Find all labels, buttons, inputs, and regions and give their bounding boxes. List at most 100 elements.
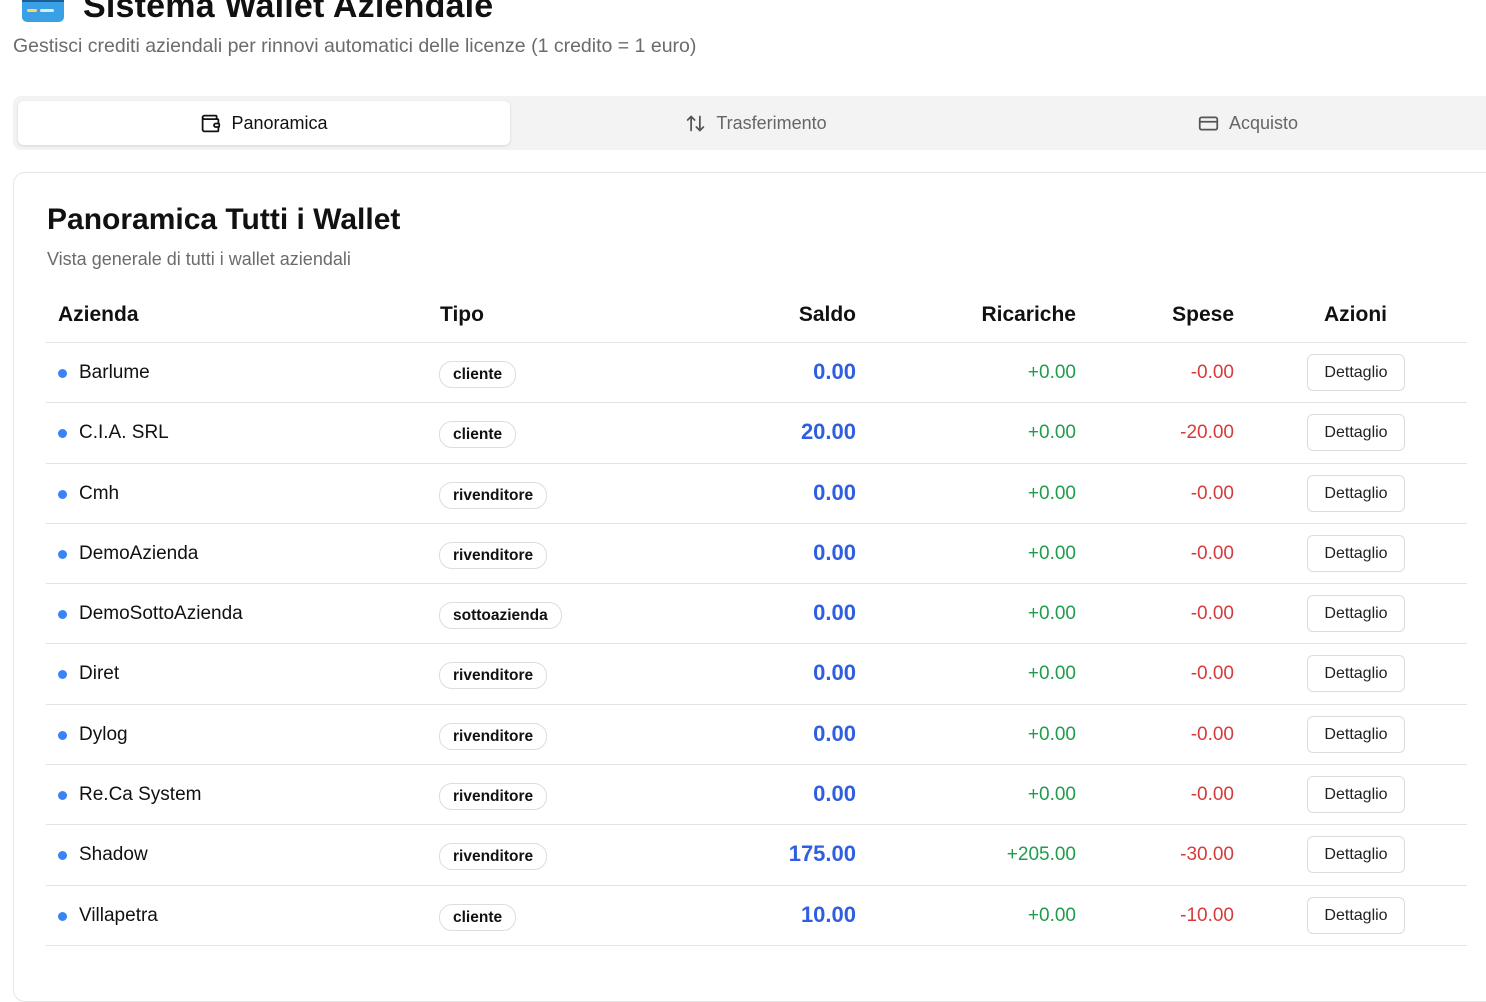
topups-value: +0.00 (1027, 362, 1076, 383)
topups-value: +0.00 (1027, 723, 1076, 745)
expenses-value: -0.00 (1190, 784, 1234, 806)
balance-value: 0.00 (813, 600, 856, 626)
expenses-value: -0.00 (1190, 603, 1234, 625)
header-azienda: Azienda (58, 303, 139, 326)
topups-value: +0.00 (1027, 542, 1076, 564)
balance-value: 175.00 (788, 841, 856, 867)
expenses-value: -30.00 (1180, 844, 1234, 866)
topups-value: +0.00 (1027, 603, 1076, 625)
status-dot-icon (58, 911, 67, 921)
table-row: Shadow rivenditore 175.00 +205.00 -30.00 Dett… (46, 825, 1467, 886)
type-badge: cliente (439, 361, 517, 388)
status-dot-icon (58, 730, 67, 740)
balance-value: 10.00 (800, 901, 856, 927)
status-dot-icon (58, 549, 67, 559)
status-dot-icon (58, 670, 67, 680)
type-badge: rivenditore (439, 481, 548, 509)
detail-button[interactable]: Dettaglio (1307, 836, 1405, 874)
expenses-value: -0.00 (1190, 723, 1234, 745)
expenses-value: -20.00 (1180, 422, 1234, 444)
type-badge: rivenditore (439, 843, 548, 871)
type-badge: rivenditore (439, 541, 548, 569)
credit-card-emoji-icon (22, 0, 64, 22)
table-row: Cmh rivenditore 0.00 +0.00 -0.00 Dettaglio (46, 464, 1467, 524)
header-ricariche: Ricariche (981, 303, 1076, 326)
type-badge: rivenditore (439, 783, 548, 811)
status-dot-icon (58, 429, 67, 439)
status-dot-icon (58, 369, 67, 378)
header-azioni: Azioni (1324, 303, 1387, 326)
table-row: Diret rivenditore 0.00 +0.00 -0.00 Dettaglio (46, 644, 1467, 705)
table-row: DemoSottoAzienda sottoazienda 0.00 +0.00 -0.… (46, 584, 1467, 645)
company-name: DemoSottoAzienda (79, 603, 243, 625)
tab-bar: Panoramica Trasferimento Acquisto (13, 96, 1486, 150)
detail-button[interactable]: Dettaglio (1307, 655, 1405, 693)
topups-value: +0.00 (1027, 784, 1076, 806)
detail-button[interactable]: Dettaglio (1307, 414, 1405, 452)
detail-button[interactable]: Dettaglio (1307, 474, 1405, 512)
company-name: Shadow (79, 844, 148, 866)
balance-value: 0.00 (813, 539, 856, 565)
topups-value: +0.00 (1027, 663, 1076, 685)
page-subtitle: Gestisci crediti aziendali per rinnovi a… (13, 35, 697, 57)
expenses-value: -10.00 (1180, 904, 1234, 926)
page-header: Sistema Wallet Aziendale (13, 0, 1486, 38)
expenses-value: -0.00 (1190, 663, 1234, 685)
table-row: Re.Ca System rivenditore 0.00 +0.00 -0.00 Det… (46, 765, 1467, 826)
company-name: Villapetra (79, 904, 158, 926)
company-name: Barlume (79, 362, 150, 383)
status-dot-icon (58, 610, 67, 620)
header-spese: Spese (1172, 303, 1234, 326)
topups-value: +0.00 (1027, 482, 1076, 504)
company-name: C.I.A. SRL (79, 422, 169, 444)
table-body: Barlume cliente 0.00 +0.00 -0.00 Dettaglio C.I… (46, 343, 1467, 946)
tab-label: Acquisto (1228, 112, 1299, 133)
arrows-up-down-icon (687, 115, 705, 131)
balance-value: 0.00 (813, 781, 856, 807)
type-badge: sottoazienda (439, 602, 562, 630)
table-row: Barlume cliente 0.00 +0.00 -0.00 Dettaglio (46, 343, 1467, 404)
tab-label: Panoramica (231, 112, 328, 133)
type-badge: rivenditore (439, 722, 548, 750)
tab-acquisto[interactable]: Acquisto (1002, 101, 1486, 145)
topups-value: +205.00 (1006, 844, 1076, 866)
panel-title: Panoramica Tutti i Wallet (47, 203, 401, 236)
header-tipo: Tipo (440, 303, 484, 326)
status-dot-icon (58, 489, 67, 499)
table-row: Villapetra cliente 10.00 +0.00 -10.00 Dettagl… (46, 886, 1467, 946)
credit-card-icon (1198, 116, 1219, 130)
type-badge: cliente (439, 903, 517, 931)
tab-label: Trasferimento (716, 112, 827, 133)
company-name: Dylog (79, 723, 128, 745)
wallet-icon (202, 114, 221, 132)
type-badge: rivenditore (439, 662, 548, 690)
status-dot-icon (58, 851, 67, 861)
table-header: Azienda Tipo Saldo Ricariche Spese Azion… (46, 287, 1467, 343)
tab-panoramica[interactable]: Panoramica (18, 101, 510, 145)
balance-value: 0.00 (813, 359, 856, 384)
detail-button[interactable]: Dettaglio (1307, 715, 1405, 753)
table-row: C.I.A. SRL cliente 20.00 +0.00 -20.00 Dettagl… (46, 403, 1467, 464)
detail-button[interactable]: Dettaglio (1307, 896, 1405, 934)
balance-value: 20.00 (800, 419, 856, 445)
detail-button[interactable]: Dettaglio (1307, 354, 1405, 391)
detail-button[interactable]: Dettaglio (1307, 534, 1405, 572)
detail-button[interactable]: Dettaglio (1307, 776, 1405, 814)
page-title: Sistema Wallet Aziendale (83, 0, 494, 25)
header-saldo: Saldo (798, 303, 856, 326)
detail-button[interactable]: Dettaglio (1307, 595, 1405, 633)
expenses-value: -0.00 (1190, 482, 1234, 504)
company-name: Diret (79, 663, 120, 685)
tab-trasferimento[interactable]: Trasferimento (510, 101, 1002, 145)
table-row: Dylog rivenditore 0.00 +0.00 -0.00 Dettaglio (46, 705, 1467, 766)
status-dot-icon (58, 791, 67, 801)
balance-value: 0.00 (813, 479, 856, 505)
wallet-overview-panel: Panoramica Tutti i Wallet Vista generale… (13, 172, 1486, 1002)
company-name: Re.Ca System (79, 784, 202, 806)
table-row: DemoAzienda rivenditore 0.00 +0.00 -0.00 Dett… (46, 524, 1467, 585)
balance-value: 0.00 (813, 720, 856, 746)
topups-value: +0.00 (1027, 904, 1076, 926)
company-name: DemoAzienda (79, 542, 199, 564)
company-name: Cmh (79, 482, 120, 504)
expenses-value: -0.00 (1190, 362, 1234, 383)
